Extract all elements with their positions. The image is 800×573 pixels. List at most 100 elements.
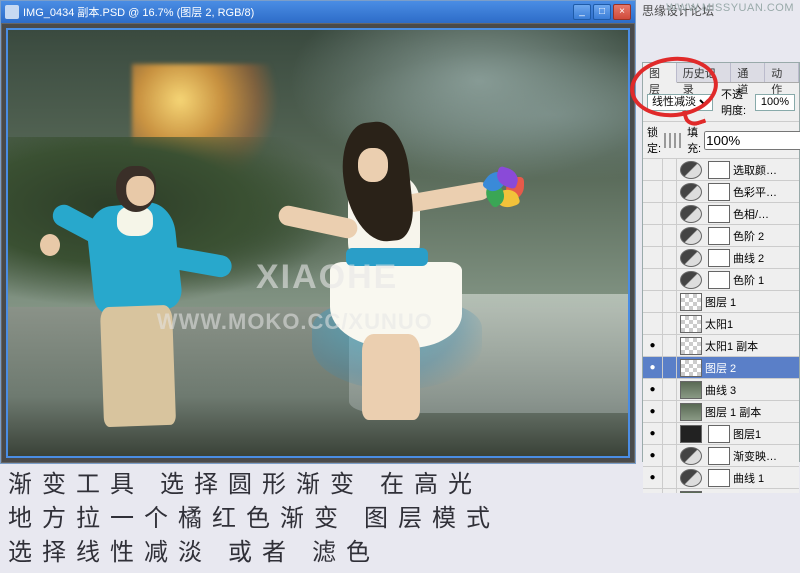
lock-all-icon[interactable]: [679, 133, 681, 148]
visibility-toggle[interactable]: ●: [643, 445, 663, 467]
layer-row[interactable]: 图层 1: [643, 291, 799, 313]
visibility-toggle[interactable]: [643, 203, 663, 225]
minimize-button[interactable]: _: [573, 4, 591, 20]
tab-0[interactable]: 图层: [643, 63, 677, 83]
layer-name: 曲线 2: [733, 250, 799, 266]
opacity-label: 不透明度:: [721, 86, 751, 118]
layer-mask-thumb: [708, 249, 730, 267]
visibility-toggle[interactable]: [643, 247, 663, 269]
layer-thumb: [680, 403, 702, 421]
app-icon: [5, 5, 19, 19]
layer-mask-thumb: [708, 271, 730, 289]
layer-row[interactable]: ● 曲线 3: [643, 379, 799, 401]
lock-label: 锁定:: [647, 124, 661, 156]
header-url: WWW.MISSYUAN.COM: [666, 2, 794, 14]
link-col: [663, 247, 677, 269]
blend-mode-select[interactable]: 线性减淡: [647, 94, 713, 111]
layer-thumb: [680, 205, 702, 223]
layer-row[interactable]: 曲线 2: [643, 247, 799, 269]
layer-name: 太阳1: [705, 316, 799, 332]
layer-mask-thumb: [708, 227, 730, 245]
layer-thumb: [680, 447, 702, 465]
link-col: [663, 445, 677, 467]
visibility-toggle[interactable]: [643, 291, 663, 313]
link-col: [663, 181, 677, 203]
lock-transparency-icon[interactable]: [664, 133, 666, 148]
layer-row[interactable]: 选取颜…: [643, 159, 799, 181]
instructions: 渐变工具 选择圆形渐变 在高光 地方拉一个橘红色渐变 图层模式 选择线性减淡 或…: [8, 468, 792, 570]
instruction-line-2: 地方拉一个橘红色渐变 图层模式: [8, 502, 792, 536]
layer-thumb: [680, 271, 702, 289]
canvas-area[interactable]: XIAOHE WWW.MOKO.CC/XUNUO: [2, 24, 634, 462]
instruction-line-1: 渐变工具 选择圆形渐变 在高光: [8, 468, 792, 502]
layer-thumb: [680, 227, 702, 245]
visibility-toggle[interactable]: [643, 181, 663, 203]
layer-name: 渐变映…: [733, 448, 799, 464]
layer-row[interactable]: 色阶 1: [643, 269, 799, 291]
layer-name: 太阳1 副本: [705, 338, 799, 354]
layer-mask-thumb: [708, 161, 730, 179]
layer-mask-thumb: [708, 425, 730, 443]
layer-thumb: [680, 425, 702, 443]
layer-row[interactable]: 色相/…: [643, 203, 799, 225]
layer-row[interactable]: 色彩平…: [643, 181, 799, 203]
pinwheel-icon: [484, 168, 524, 208]
layer-thumb: [680, 293, 702, 311]
visibility-toggle[interactable]: [643, 159, 663, 181]
visibility-toggle[interactable]: ●: [643, 401, 663, 423]
layer-row[interactable]: ● 图层 2: [643, 357, 799, 379]
layer-row[interactable]: ● 太阳1 副本: [643, 335, 799, 357]
layers-list[interactable]: 选取颜… 色彩平… 色相/… 色阶 2 曲线 2 色阶 1 图层 1 太阳1 ● 太阳1 副本 ● 图…: [643, 159, 799, 493]
layer-name: 图层1: [733, 426, 799, 442]
doc-title: IMG_0434 副本.PSD @ 16.7% (图层 2, RGB/8): [23, 4, 254, 20]
tab-2[interactable]: 通道: [731, 63, 765, 82]
layer-name: 曲线 3: [705, 382, 799, 398]
man-figure: [70, 156, 210, 426]
visibility-toggle[interactable]: ●: [643, 379, 663, 401]
layer-name: 色阶 1: [733, 272, 799, 288]
link-col: [663, 423, 677, 445]
layer-name: 图层 2: [705, 360, 799, 376]
visibility-toggle[interactable]: ●: [643, 423, 663, 445]
visibility-toggle[interactable]: ●: [643, 357, 663, 379]
tab-3[interactable]: 动作: [765, 63, 799, 82]
watermark-line2: WWW.MOKO.CC/XUNUO: [157, 311, 433, 333]
maximize-button[interactable]: □: [593, 4, 611, 20]
link-col: [663, 225, 677, 247]
visibility-toggle[interactable]: [643, 269, 663, 291]
link-col: [663, 291, 677, 313]
close-button[interactable]: ×: [613, 4, 631, 20]
layer-row[interactable]: 色阶 2: [643, 225, 799, 247]
link-col: [663, 401, 677, 423]
link-col: [663, 159, 677, 181]
link-col: [663, 379, 677, 401]
layer-mask-thumb: [708, 183, 730, 201]
layer-name: 图层 1: [705, 294, 799, 310]
lock-row: 锁定: 填充:: [643, 122, 799, 159]
fill-input[interactable]: [704, 131, 800, 150]
layer-thumb: [680, 337, 702, 355]
lock-pixels-icon[interactable]: [669, 133, 671, 148]
visibility-toggle[interactable]: ●: [643, 335, 663, 357]
layer-name: 选取颜…: [733, 162, 799, 178]
layer-name: 色彩平…: [733, 184, 799, 200]
image-frame: XIAOHE WWW.MOKO.CC/XUNUO: [6, 28, 630, 458]
layer-thumb: [680, 161, 702, 179]
titlebar[interactable]: IMG_0434 副本.PSD @ 16.7% (图层 2, RGB/8) _ …: [1, 1, 635, 23]
layer-thumb: [680, 381, 702, 399]
tab-1[interactable]: 历史记录: [677, 63, 732, 82]
layer-row[interactable]: ● 图层1: [643, 423, 799, 445]
instruction-line-3: 选择线性减淡 或者 滤色: [8, 536, 792, 570]
layer-name: 图层 1 副本: [705, 404, 799, 420]
layer-mask-thumb: [708, 447, 730, 465]
layer-name: 色相/…: [733, 206, 799, 222]
layer-row[interactable]: ● 图层 1 副本: [643, 401, 799, 423]
layer-thumb: [680, 315, 702, 333]
layer-thumb: [680, 359, 702, 377]
opacity-input[interactable]: [755, 94, 795, 111]
layer-row[interactable]: ● 渐变映…: [643, 445, 799, 467]
visibility-toggle[interactable]: [643, 225, 663, 247]
layer-row[interactable]: 太阳1: [643, 313, 799, 335]
visibility-toggle[interactable]: [643, 313, 663, 335]
lock-position-icon[interactable]: [674, 133, 676, 148]
